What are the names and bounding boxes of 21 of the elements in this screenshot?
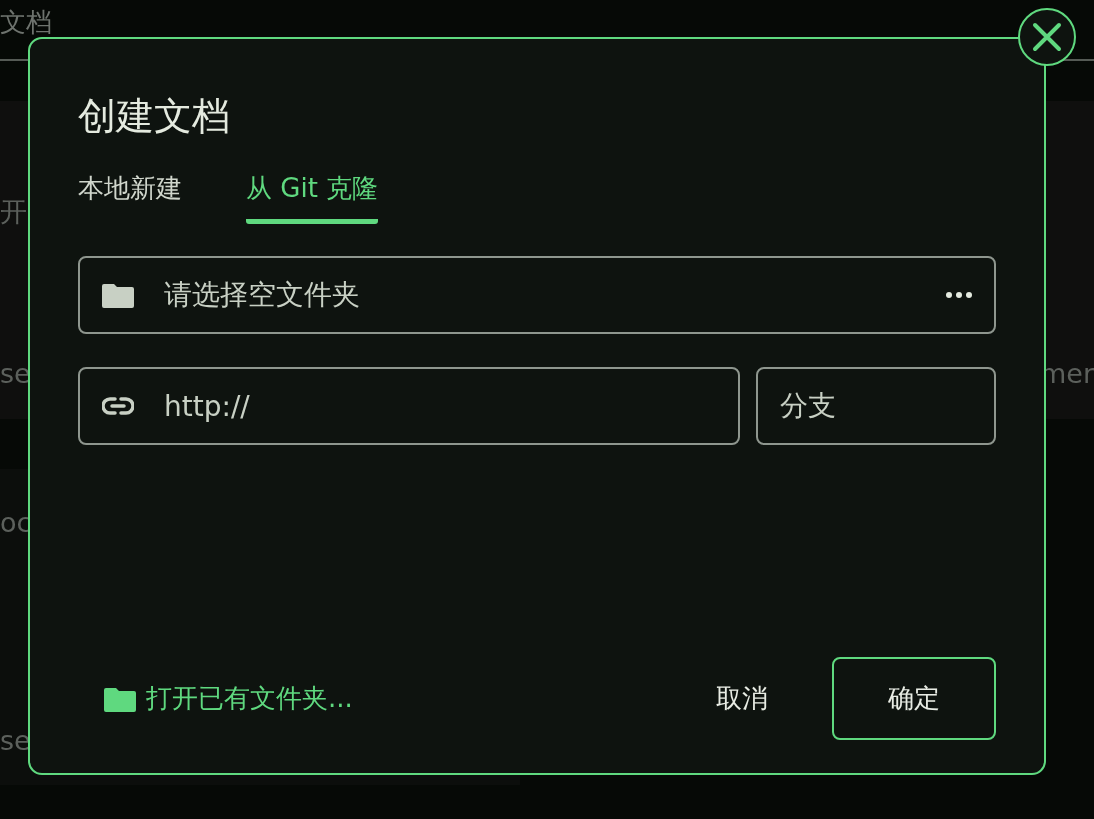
background-text: se — [0, 725, 32, 757]
background-text: 开 — [0, 196, 28, 228]
close-button[interactable] — [1018, 8, 1076, 66]
background-text: se — [0, 358, 31, 390]
url-field[interactable]: http:// — [78, 367, 741, 445]
branch-field[interactable]: 分支 — [756, 367, 996, 445]
folder-icon — [102, 282, 134, 308]
tab[interactable]: 从 Git 克隆 — [246, 171, 379, 224]
link-label: 打开已有文件夹... — [146, 682, 353, 715]
cancel-button[interactable]: 取消 — [682, 657, 802, 740]
page-title: 文档 — [0, 6, 52, 38]
more-icon[interactable] — [946, 292, 972, 298]
link-icon — [102, 396, 134, 416]
folder-icon — [104, 685, 136, 712]
tab[interactable]: 本地新建 — [78, 171, 182, 224]
folder-field[interactable]: 请选择空文件夹 — [78, 256, 996, 334]
confirm-button[interactable]: 确定 — [832, 657, 996, 740]
open-folder-link[interactable]: 打开已有文件夹... — [104, 681, 353, 716]
close-icon — [1032, 22, 1062, 52]
background-text: oc — [0, 507, 33, 539]
dialog-title: 创建文档 — [78, 93, 230, 140]
